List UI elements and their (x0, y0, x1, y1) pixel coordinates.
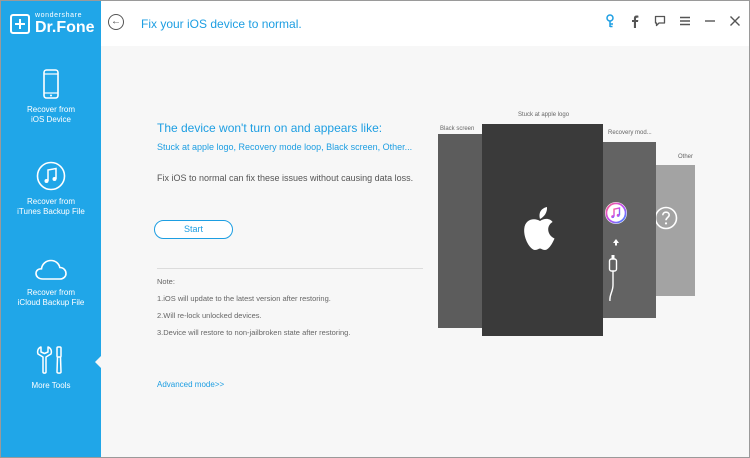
sidebar-item-itunes-backup[interactable]: Recover from iTunes Backup File (1, 161, 101, 217)
note-item: 2.Will re-lock unlocked devices. (157, 311, 262, 320)
logo-plus-icon (10, 13, 30, 34)
divider (157, 268, 423, 269)
cloud-icon (35, 259, 67, 280)
arrow-up-icon (613, 239, 619, 246)
brand-small: wondershare (35, 11, 83, 19)
feedback-icon[interactable] (653, 14, 667, 28)
music-icon (36, 161, 66, 191)
key-icon[interactable] (603, 14, 617, 28)
caption-other: Other (678, 154, 694, 160)
note-title: Note: (157, 277, 175, 286)
main-content: The device won't turn on and appears lik… (101, 46, 749, 457)
start-button[interactable]: Start (154, 220, 233, 239)
back-button[interactable]: ← (108, 14, 124, 30)
title-bar: ← Fix your iOS device to normal. (101, 1, 749, 46)
close-icon[interactable] (728, 14, 742, 28)
sidebar: wondershare Dr.Fone Recover from iOS Dev… (1, 1, 101, 457)
usb-cable-icon (608, 255, 618, 301)
description: Fix iOS to normal can fix these issues w… (157, 173, 414, 183)
caption-apple-logo: Stuck at apple logo (518, 112, 570, 118)
menu-icon[interactable] (678, 14, 692, 28)
sidebar-item-label: Recover from (26, 105, 75, 114)
sidebar-item-label: iTunes Backup File (17, 207, 85, 216)
minimize-icon[interactable] (703, 14, 717, 28)
sidebar-item-label: iOS Device (30, 115, 71, 124)
tools-icon (36, 346, 62, 374)
device-illustration: Black screen Stuck at apple logo Recover… (438, 106, 698, 341)
note-item: 3.Device will restore to non-jailbroken … (157, 328, 351, 337)
caption-recovery-mode: Recovery mod... (608, 130, 652, 136)
symptom-list: Stuck at apple logo, Recovery mode loop,… (157, 142, 413, 152)
page-title: Fix your iOS device to normal. (141, 17, 302, 31)
advanced-mode-link[interactable]: Advanced mode>> (157, 380, 224, 389)
brand-big: Dr.Fone (35, 18, 95, 36)
note-item: 1.iOS will update to the latest version … (157, 294, 331, 303)
app-logo: wondershare Dr.Fone (1, 1, 101, 46)
sidebar-item-icloud-backup[interactable]: Recover from iCloud Backup File (1, 258, 101, 308)
sidebar-item-label: iCloud Backup File (17, 298, 85, 307)
facebook-icon[interactable] (628, 14, 642, 28)
question-icon (654, 206, 678, 230)
sidebar-item-label: Recover from (26, 197, 75, 206)
headline: The device won't turn on and appears lik… (157, 121, 383, 135)
black-screen-card (438, 134, 486, 328)
sidebar-item-label: Recover from (26, 288, 75, 297)
phone-icon (43, 69, 59, 99)
itunes-icon (605, 202, 627, 224)
app-window: wondershare Dr.Fone Recover from iOS Dev… (0, 0, 750, 458)
sidebar-item-ios-device[interactable]: Recover from iOS Device (1, 69, 101, 125)
sidebar-item-label: More Tools (31, 381, 71, 390)
apple-logo-icon (524, 207, 555, 250)
sidebar-item-more-tools[interactable]: More Tools (1, 345, 101, 391)
caption-black-screen: Black screen (440, 126, 475, 132)
